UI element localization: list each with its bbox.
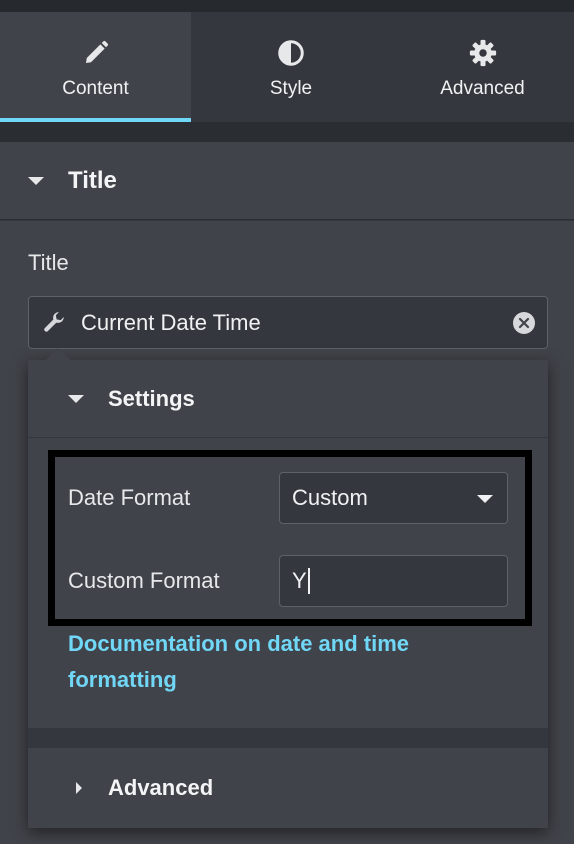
settings-toggle[interactable]: Settings <box>28 360 548 438</box>
caret-right-icon <box>76 782 82 794</box>
popover-pointer <box>46 348 70 360</box>
custom-format-label: Custom Format <box>68 568 220 593</box>
date-format-label: Date Format <box>68 485 191 510</box>
tabs-divider <box>0 122 574 142</box>
date-format-select[interactable]: Custom <box>279 472 508 524</box>
tab-style[interactable]: Style <box>191 12 391 122</box>
top-strip <box>0 0 574 12</box>
custom-format-input[interactable]: Y <box>279 555 508 607</box>
wrench-icon <box>44 311 64 332</box>
section-title-toggle[interactable]: Title <box>0 142 574 220</box>
tab-advanced[interactable]: Advanced <box>391 12 574 122</box>
close-icon <box>518 317 530 329</box>
tab-content[interactable]: Content <box>0 12 191 122</box>
text-cursor <box>307 568 310 594</box>
panel-tabs: Content Style Advanced <box>0 12 574 122</box>
custom-format-value: Y <box>292 568 307 593</box>
chevron-down-icon <box>477 495 493 503</box>
popover-divider <box>28 728 548 748</box>
contrast-icon <box>278 40 304 66</box>
date-format-value: Custom <box>292 485 368 510</box>
caret-down-icon <box>68 394 84 403</box>
tab-style-label: Style <box>269 78 313 99</box>
settings-title: Settings <box>108 385 195 411</box>
tab-content-label: Content <box>62 78 129 99</box>
tab-advanced-label: Advanced <box>440 78 525 99</box>
section-title: Title <box>68 166 117 194</box>
title-field-value: Current Date Time <box>81 309 261 335</box>
caret-down-icon <box>28 176 44 185</box>
dynamic-tag-popover: Settings Date Format Custom Custom Forma… <box>28 348 548 828</box>
pencil-icon <box>85 40 108 63</box>
documentation-link[interactable]: Documentation on date and time formattin… <box>68 626 488 698</box>
clear-icon[interactable] <box>513 312 535 334</box>
title-dynamic-field[interactable]: Current Date Time <box>28 296 548 349</box>
title-field-label: Title <box>28 250 69 275</box>
advanced-toggle[interactable]: Advanced <box>28 748 548 828</box>
gear-icon <box>469 39 496 67</box>
advanced-title: Advanced <box>108 775 214 800</box>
